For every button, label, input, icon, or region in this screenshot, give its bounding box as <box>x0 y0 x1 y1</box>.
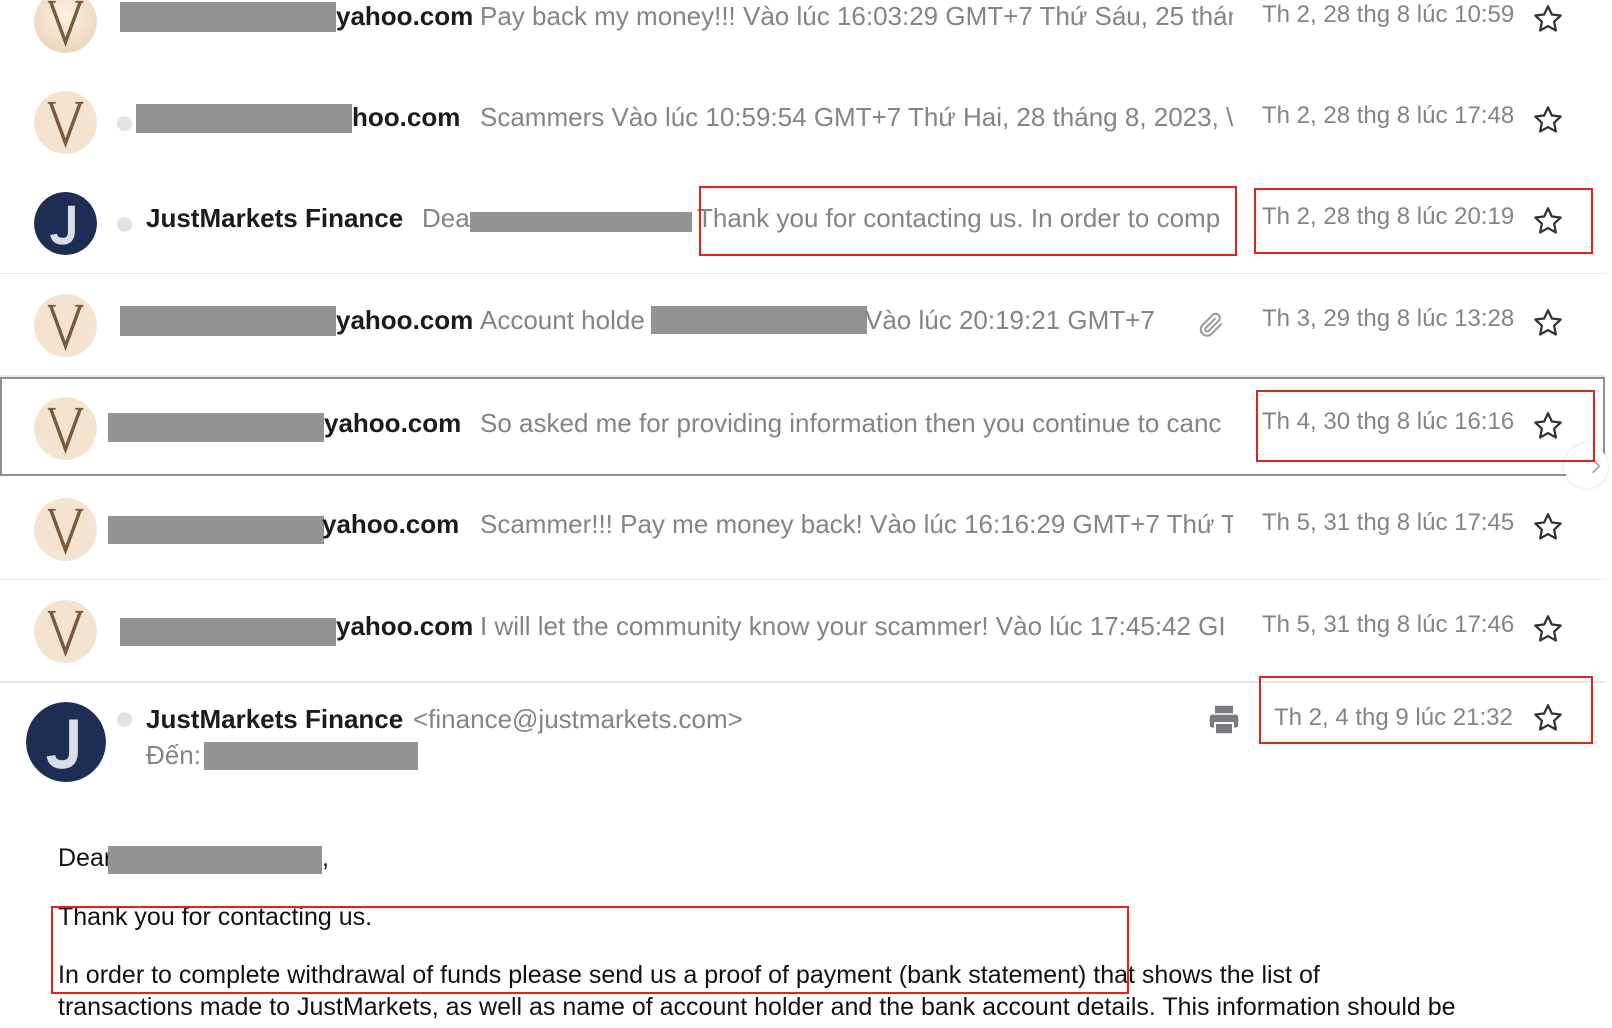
sender-name: JustMarkets Finance <box>146 203 404 233</box>
avatar <box>34 498 97 561</box>
redacted-sender <box>108 516 324 544</box>
sender-name: yahoo.com <box>336 1 474 31</box>
unread-dot <box>117 217 132 232</box>
avatar <box>34 397 97 460</box>
message-preview: I will let the community know your scamm… <box>480 611 1226 641</box>
message-preview: Scammers Vào lúc 10:59:54 GMT+7 Thứ Hai,… <box>480 102 1233 132</box>
thread-row[interactable]: hoo.com Scammers Vào lúc 10:59:54 GMT+7 … <box>0 71 1605 174</box>
message-preview-start: Account holde <box>480 305 645 335</box>
highlight-box <box>1259 676 1593 744</box>
star-icon[interactable] <box>1532 613 1564 645</box>
star-icon[interactable] <box>1532 104 1564 136</box>
message-preview-start: Dea <box>422 203 470 233</box>
sender-name: hoo.com <box>352 102 461 132</box>
body-line: transactions made to JustMarkets, as wel… <box>58 993 1456 1021</box>
thread-row[interactable]: yahoo.com I will let the community know … <box>0 580 1605 683</box>
highlight-box <box>1254 188 1593 254</box>
highlight-box <box>51 906 1129 994</box>
message-date: Th 5, 31 thg 8 lúc 17:46 <box>1262 611 1515 638</box>
redacted-sender <box>120 2 336 32</box>
to-label: Đến: <box>146 740 201 770</box>
redacted-name <box>470 212 692 232</box>
paperclip-icon <box>1199 312 1222 337</box>
message-preview: So asked me for providing information th… <box>480 408 1222 438</box>
greeting-comma: , <box>322 844 329 872</box>
avatar <box>34 600 97 663</box>
message-date: Th 2, 28 thg 8 lúc 17:48 <box>1262 102 1515 129</box>
star-icon[interactable] <box>1532 307 1564 339</box>
sender-name: yahoo.com <box>322 509 460 539</box>
message-date: Th 2, 28 thg 8 lúc 10:59 <box>1262 1 1515 28</box>
message-date: Th 5, 31 thg 8 lúc 17:45 <box>1262 509 1515 536</box>
sender-name: yahoo.com <box>336 611 474 641</box>
avatar <box>34 294 97 357</box>
avatar <box>34 91 97 154</box>
thread-row[interactable]: yahoo.com Account holde Vào lúc 20:19:21… <box>0 274 1605 377</box>
redacted-sender <box>120 618 336 646</box>
highlight-box <box>699 186 1237 256</box>
avatar <box>34 0 97 53</box>
sender-name: yahoo.com <box>324 408 462 438</box>
unread-dot <box>117 116 132 131</box>
sender-name: JustMarkets Finance <box>146 704 404 734</box>
avatar <box>34 192 97 255</box>
star-icon[interactable] <box>1532 511 1564 543</box>
sender-email: <finance@justmarkets.com> <box>413 704 743 734</box>
redacted-account <box>651 306 867 334</box>
message-preview: Pay back my money!!! Vào lúc 16:03:29 GM… <box>480 1 1233 31</box>
redacted-sender <box>136 104 352 133</box>
message-preview: Scammer!!! Pay me money back! Vào lúc 16… <box>480 509 1233 539</box>
redacted-sender <box>120 306 336 336</box>
redacted-sender <box>108 413 324 442</box>
star-icon[interactable] <box>1532 3 1564 35</box>
thread-row[interactable]: yahoo.com Pay back my money!!! Vào lúc 1… <box>0 0 1605 73</box>
highlight-box <box>1256 390 1595 462</box>
message-date: Th 3, 29 thg 8 lúc 13:28 <box>1262 305 1515 332</box>
redacted-name <box>108 846 322 874</box>
sender-avatar <box>26 702 106 782</box>
thread-row[interactable]: yahoo.com Scammer!!! Pay me money back! … <box>0 478 1605 581</box>
unread-dot <box>117 712 132 727</box>
sender-name: yahoo.com <box>336 305 474 335</box>
greeting: Dear <box>58 844 113 872</box>
message-preview: Vào lúc 20:19:21 GMT+7 ¯ <box>865 305 1161 335</box>
redacted-recipient <box>204 742 418 770</box>
print-icon[interactable] <box>1206 702 1242 738</box>
